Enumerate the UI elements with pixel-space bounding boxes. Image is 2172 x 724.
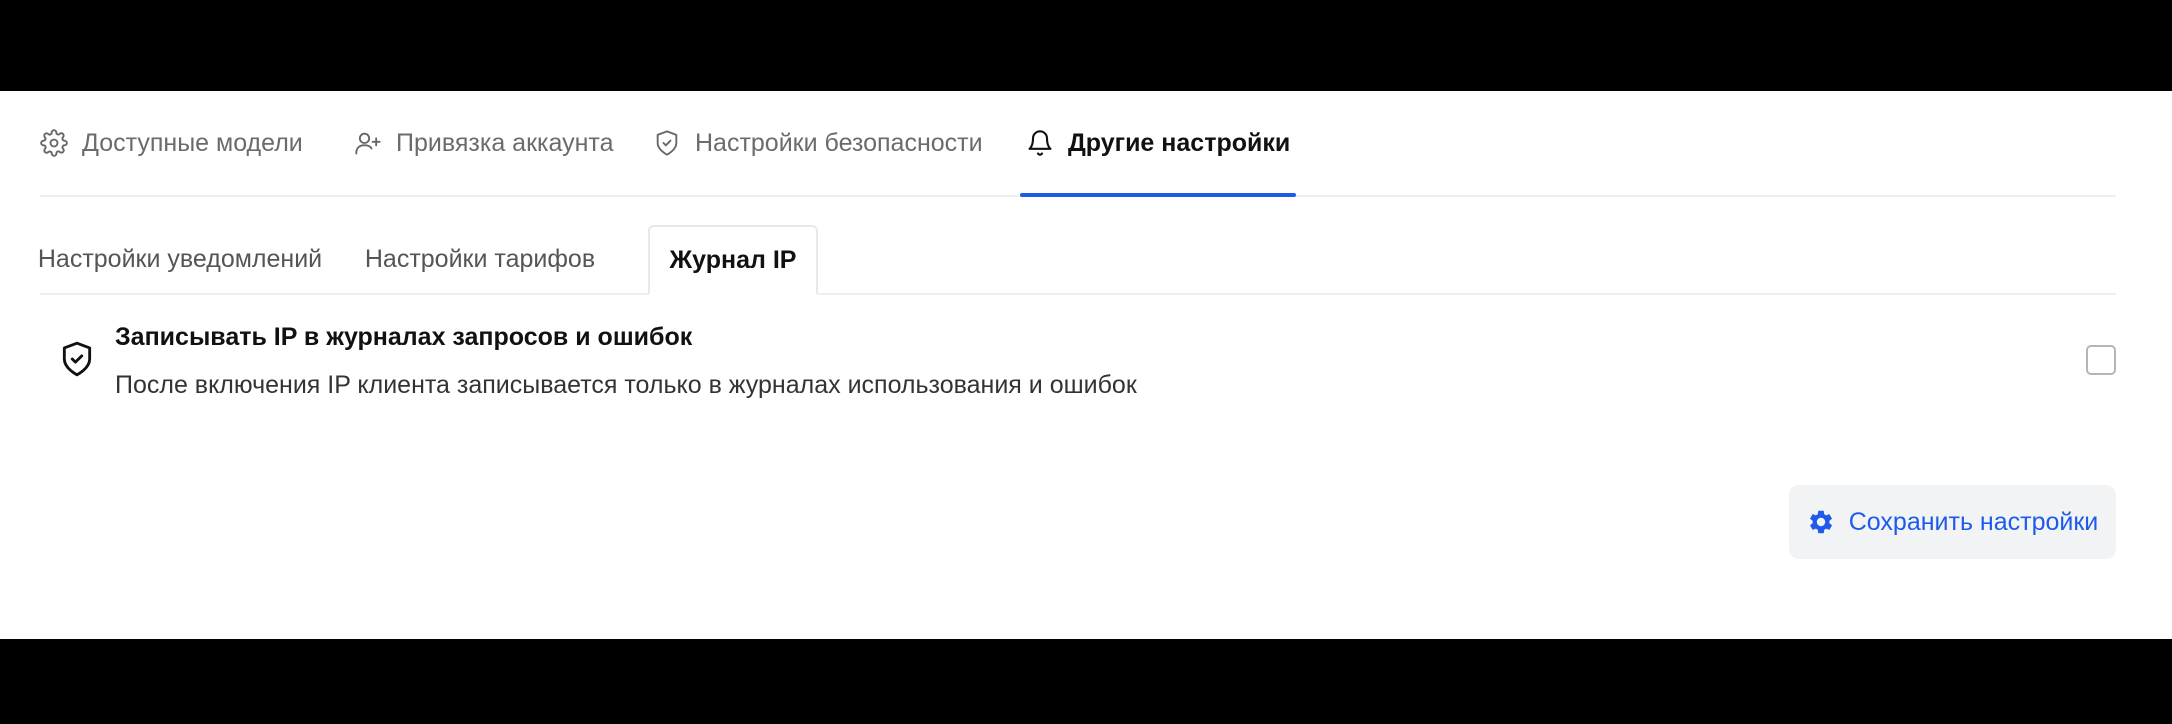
tab-available-models[interactable]: Доступные модели — [40, 91, 303, 195]
shield-check-icon — [653, 129, 681, 157]
user-plus-icon — [354, 129, 382, 157]
save-settings-button[interactable]: Сохранить настройки — [1789, 485, 2116, 559]
subtab-label: Настройки тарифов — [364, 244, 596, 273]
save-button-label: Сохранить настройки — [1848, 507, 2099, 536]
ip-logging-checkbox[interactable] — [2086, 345, 2116, 375]
tab-label: Привязка аккаунта — [396, 128, 614, 157]
subtab-notification-settings[interactable]: Настройки уведомлений — [37, 225, 323, 293]
sub-tabs: Настройки уведомлений Настройки тарифов … — [37, 225, 2116, 295]
main-tabs: Доступные модели Привязка аккаунта Настр… — [40, 91, 2116, 197]
tab-account-linking[interactable]: Привязка аккаунта — [354, 91, 614, 195]
tab-other-settings[interactable]: Другие настройки — [1019, 91, 1297, 197]
gear-icon — [1807, 508, 1835, 536]
tab-security-settings[interactable]: Настройки безопасности — [653, 91, 983, 195]
ip-logging-setting: Записывать IP в журналах запросов и ошиб… — [40, 321, 2116, 421]
setting-title: Записывать IP в журналах запросов и ошиб… — [115, 323, 693, 351]
tab-label: Доступные модели — [82, 128, 303, 157]
shield-check-icon — [58, 340, 96, 378]
settings-panel: Доступные модели Привязка аккаунта Настр… — [0, 91, 2172, 639]
gear-icon — [40, 129, 68, 157]
tab-label: Другие настройки — [1068, 128, 1291, 157]
setting-description: После включения IP клиента записывается … — [115, 371, 1137, 399]
tab-label: Настройки безопасности — [695, 128, 983, 157]
subtab-label: Журнал IP — [669, 245, 797, 274]
subtab-ip-log[interactable]: Журнал IP — [648, 225, 818, 295]
subtab-tariff-settings[interactable]: Настройки тарифов — [350, 225, 610, 293]
subtab-label: Настройки уведомлений — [37, 244, 323, 273]
bell-icon — [1026, 129, 1054, 157]
